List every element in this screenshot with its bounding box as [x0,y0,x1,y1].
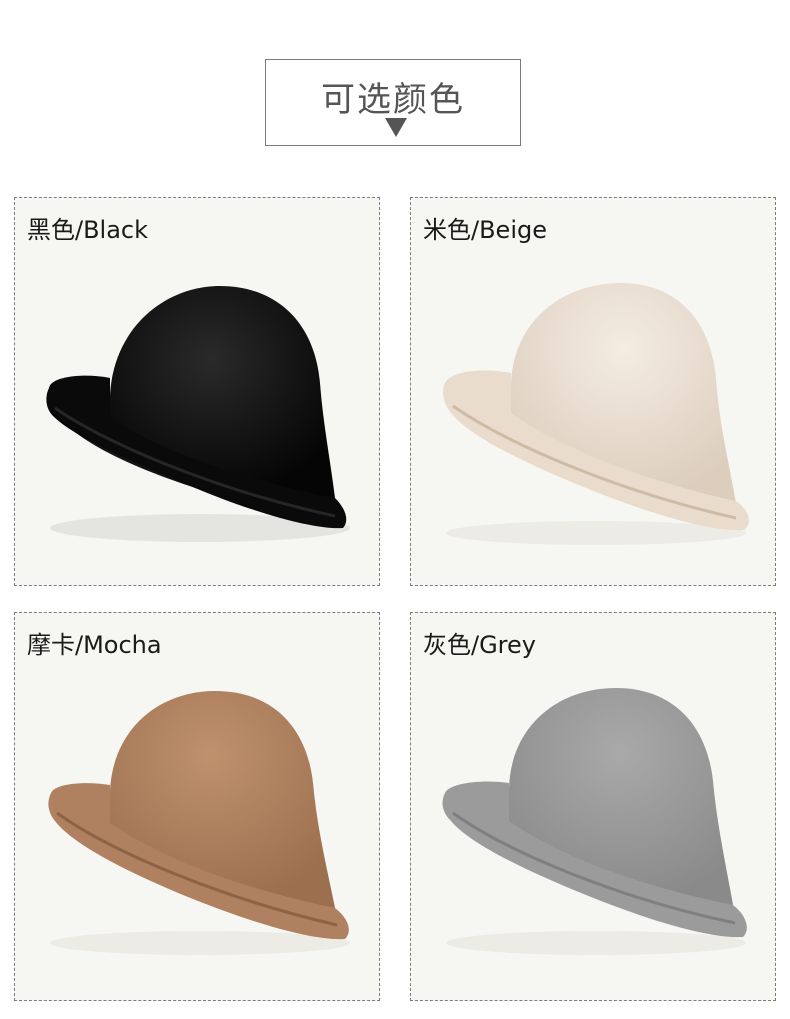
down-arrow-icon [385,118,407,137]
header-title: 可选颜色 [321,80,465,120]
color-card-mocha[interactable]: 摩卡/Mocha [14,612,380,1001]
color-card-black[interactable]: 黑色/Black [14,197,380,586]
mocha-bucket-hat-image [48,691,350,955]
color-card-grey[interactable]: 灰色/Grey [410,612,776,1001]
black-bucket-hat-image [46,286,350,542]
grey-bucket-hat-image [442,688,747,955]
beige-bucket-hat-image [443,283,749,545]
color-card-beige[interactable]: 米色/Beige [410,197,776,586]
